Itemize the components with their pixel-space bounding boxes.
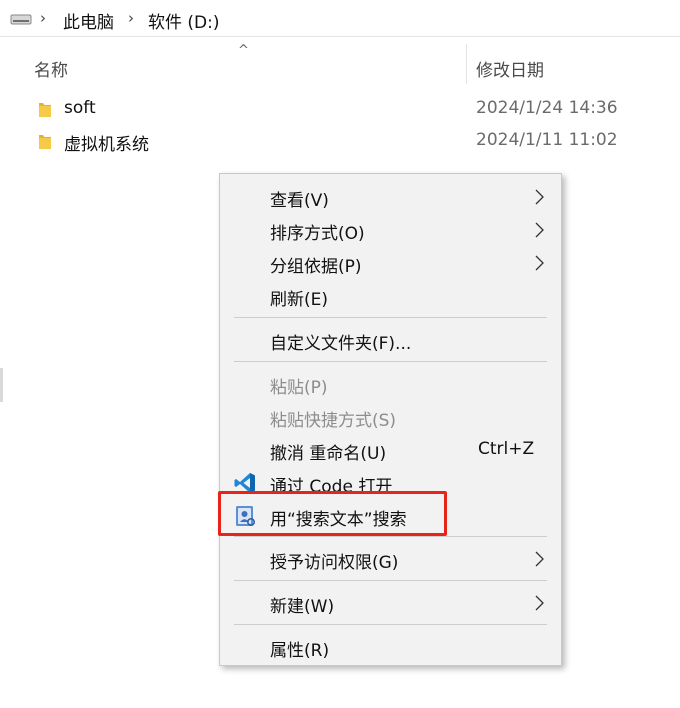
menu-separator (234, 536, 547, 537)
menu-item-label: 刷新(E) (270, 290, 329, 310)
menu-item-search-text[interactable]: 用“搜索文本”搜索 (220, 499, 561, 531)
file-row[interactable]: soft 2024/1/24 14:36 (0, 94, 680, 124)
breadcrumb-drive-d[interactable]: 软件 (D:) (148, 8, 220, 33)
column-divider[interactable] (466, 44, 467, 84)
sort-ascending-icon: ^ (238, 43, 249, 58)
drive-icon (10, 14, 32, 25)
file-name[interactable]: 虚拟机系统 (64, 130, 149, 155)
menu-separator (234, 317, 547, 318)
menu-item-paste-shortcut: 粘贴快捷方式(S) (220, 400, 561, 432)
file-date: 2024/1/11 11:02 (476, 130, 618, 150)
vscode-icon (234, 473, 255, 493)
breadcrumb-chevron-icon[interactable]: › (40, 9, 46, 27)
menu-item-label: 撤消 重命名(U) (270, 444, 387, 464)
column-header-name[interactable]: 名称 (34, 56, 68, 81)
submenu-arrow-icon (535, 595, 544, 611)
menu-item-undo-rename[interactable]: 撤消 重命名(U) Ctrl+Z (220, 433, 561, 465)
submenu-arrow-icon (535, 255, 544, 271)
address-bar[interactable]: › 此电脑 › 软件 (D:) (0, 0, 680, 37)
menu-item-label: 分组依据(P) (270, 257, 362, 277)
menu-item-paste: 粘贴(P) (220, 367, 561, 399)
menu-item-label: 排序方式(O) (270, 224, 365, 244)
menu-item-label: 通过 Code 打开 (270, 477, 393, 497)
menu-item-properties[interactable]: 属性(R) (220, 630, 561, 662)
menu-item-label: 粘贴(P) (270, 378, 328, 398)
menu-item-label: 新建(W) (270, 597, 335, 617)
menu-item-label: 查看(V) (270, 191, 329, 211)
column-header-row: ^ 名称 修改日期 (0, 40, 680, 92)
file-name[interactable]: soft (64, 98, 96, 118)
menu-item-label: 用“搜索文本”搜索 (270, 510, 407, 530)
file-row[interactable]: 虚拟机系统 2024/1/11 11:02 (0, 126, 680, 156)
menu-item-shortcut: Ctrl+Z (478, 439, 535, 459)
menu-separator (234, 624, 547, 625)
menu-item-label: 授予访问权限(G) (270, 553, 399, 573)
submenu-arrow-icon (535, 222, 544, 238)
menu-item-label: 粘贴快捷方式(S) (270, 411, 397, 431)
context-menu: 查看(V) 排序方式(O) 分组依据(P) 刷新(E) 自定义文件夹(F)...… (219, 173, 562, 666)
menu-separator (234, 361, 547, 362)
breadcrumb-chevron-icon[interactable]: › (128, 9, 134, 27)
file-date: 2024/1/24 14:36 (476, 98, 618, 118)
menu-item-label: 属性(R) (270, 641, 330, 661)
menu-item-new[interactable]: 新建(W) (220, 586, 561, 618)
menu-item-give-access[interactable]: 授予访问权限(G) (220, 542, 561, 574)
folder-icon (39, 103, 51, 117)
submenu-arrow-icon (535, 189, 544, 205)
menu-item-view[interactable]: 查看(V) (220, 180, 561, 212)
menu-item-open-with-code[interactable]: 通过 Code 打开 (220, 466, 561, 498)
menu-item-label: 自定义文件夹(F)... (270, 334, 412, 354)
menu-item-group-by[interactable]: 分组依据(P) (220, 246, 561, 278)
submenu-arrow-icon (535, 551, 544, 567)
menu-item-customize-folder[interactable]: 自定义文件夹(F)... (220, 323, 561, 355)
column-header-date-modified[interactable]: 修改日期 (476, 56, 544, 81)
breadcrumb-this-pc[interactable]: 此电脑 (63, 8, 114, 33)
search-text-app-icon (236, 506, 256, 527)
menu-item-sort-by[interactable]: 排序方式(O) (220, 213, 561, 245)
pane-resize-handle[interactable] (0, 368, 3, 402)
menu-separator (234, 580, 547, 581)
folder-icon (39, 135, 51, 149)
menu-item-refresh[interactable]: 刷新(E) (220, 279, 561, 311)
